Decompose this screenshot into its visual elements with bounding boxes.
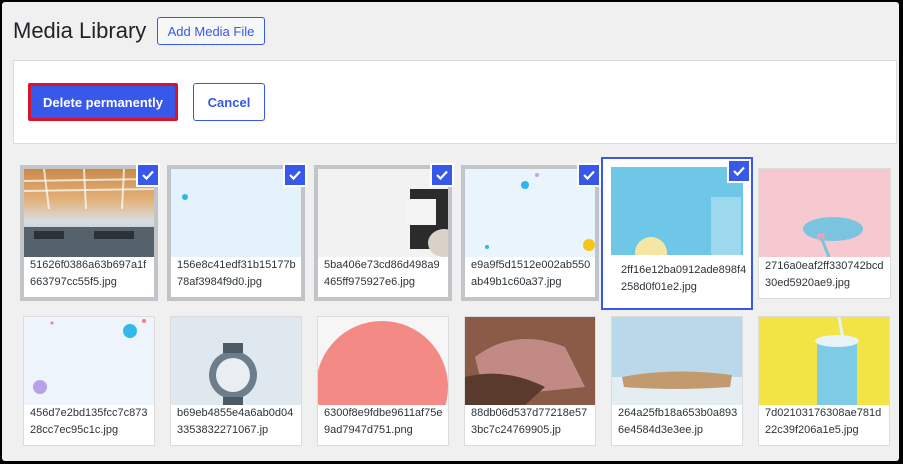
- media-item[interactable]: e9a9f5d1512e002ab550ab49b1c60a37.jpg: [461, 163, 601, 301]
- file-name: 5ba406e73cd86d498a9465ff975927e6.jpg: [324, 259, 440, 288]
- pink-lamp-thumbnail: [759, 169, 890, 257]
- add-media-file-button[interactable]: Add Media File: [157, 17, 265, 45]
- media-item[interactable]: 51626f0386a63b697a1f663797cc55f5.jpg: [20, 163, 160, 301]
- file-name: 88db06d537d77218e573bc7c24769905.jp: [471, 407, 588, 436]
- file-name: 2716a0eaf2ff330742bcd30ed5920ae9.jpg: [765, 260, 884, 289]
- file-name: b69eb4855e4a6ab0d043353832271067.jp: [177, 407, 294, 436]
- media-item[interactable]: 2716a0eaf2ff330742bcd30ed5920ae9.jpg: [758, 168, 891, 299]
- file-name: 7d02103176308ae781d22c39f206a1e5.jpg: [765, 407, 882, 436]
- media-item[interactable]: 6300f8e9fdbe9611af75e9ad7947d751.png: [317, 316, 449, 446]
- checkmark-icon: [142, 170, 154, 181]
- yellow-cup-thumbnail: [759, 317, 889, 405]
- delete-permanently-button[interactable]: Delete permanently: [28, 83, 178, 121]
- cancel-button[interactable]: Cancel: [193, 83, 265, 121]
- media-item[interactable]: b69eb4855e4a6ab0d043353832271067.jp: [170, 316, 302, 446]
- media-item[interactable]: 156e8c41edf31b15177b78af3984f9d0.jpg: [167, 163, 307, 301]
- page-title: Media Library: [13, 18, 147, 43]
- checkmark-icon: [583, 170, 595, 181]
- checkmark-icon: [289, 170, 301, 181]
- wooden-pipe-thumbnail: [612, 317, 742, 405]
- boots-thumbnail: [465, 317, 595, 405]
- file-name: e9a9f5d1512e002ab550ab49b1c60a37.jpg: [471, 259, 591, 288]
- media-item[interactable]: 88db06d537d77218e573bc7c24769905.jp: [464, 316, 596, 446]
- bulk-actions-toolbar: Delete permanently Cancel: [13, 60, 897, 144]
- selected-checkbox[interactable]: [136, 163, 160, 187]
- file-name: 264a25fb18a653b0a8936e4584d3e3ee.jp: [618, 407, 738, 436]
- blue-glass-thumbnail: [611, 167, 743, 255]
- pastel-dots-thumbnail: [24, 317, 154, 405]
- file-name: 456d7e2bd135fcc7c87328cc7ec95c1c.jpg: [30, 407, 148, 436]
- media-item[interactable]: 7d02103176308ae781d22c39f206a1e5.jpg: [758, 316, 890, 446]
- selected-checkbox[interactable]: [577, 163, 601, 187]
- media-item[interactable]: 264a25fb18a653b0a8936e4584d3e3ee.jp: [611, 316, 743, 446]
- media-item[interactable]: 456d7e2bd135fcc7c87328cc7ec95c1c.jpg: [23, 316, 155, 446]
- media-item[interactable]: 2ff16e12ba0912ade898f4258d0f01e2.jpg: [602, 158, 752, 309]
- office-photo-thumbnail: [24, 169, 154, 257]
- watch-in-snow-thumbnail: [171, 317, 301, 405]
- file-name: 51626f0386a63b697a1f663797cc55f5.jpg: [30, 259, 147, 288]
- media-item[interactable]: 5ba406e73cd86d498a9465ff975927e6.jpg: [314, 163, 454, 301]
- checkmark-icon: [436, 170, 448, 181]
- abstract-dots-thumbnail: [465, 169, 595, 257]
- light-blue-thumbnail: [171, 169, 301, 257]
- file-name: 6300f8e9fdbe9611af75e9ad7947d751.png: [324, 407, 443, 436]
- selected-checkbox[interactable]: [430, 163, 454, 187]
- coral-circle-thumbnail: [318, 317, 448, 405]
- selected-checkbox[interactable]: [283, 163, 307, 187]
- file-name: 2ff16e12ba0912ade898f4258d0f01e2.jpg: [621, 264, 747, 293]
- media-library-screen: Media Library Add Media File Delete perm…: [2, 2, 899, 461]
- selected-checkbox[interactable]: [727, 159, 751, 183]
- person-at-desk-thumbnail: [318, 169, 448, 257]
- checkmark-icon: [733, 166, 745, 177]
- file-name: 156e8c41edf31b15177b78af3984f9d0.jpg: [177, 259, 296, 288]
